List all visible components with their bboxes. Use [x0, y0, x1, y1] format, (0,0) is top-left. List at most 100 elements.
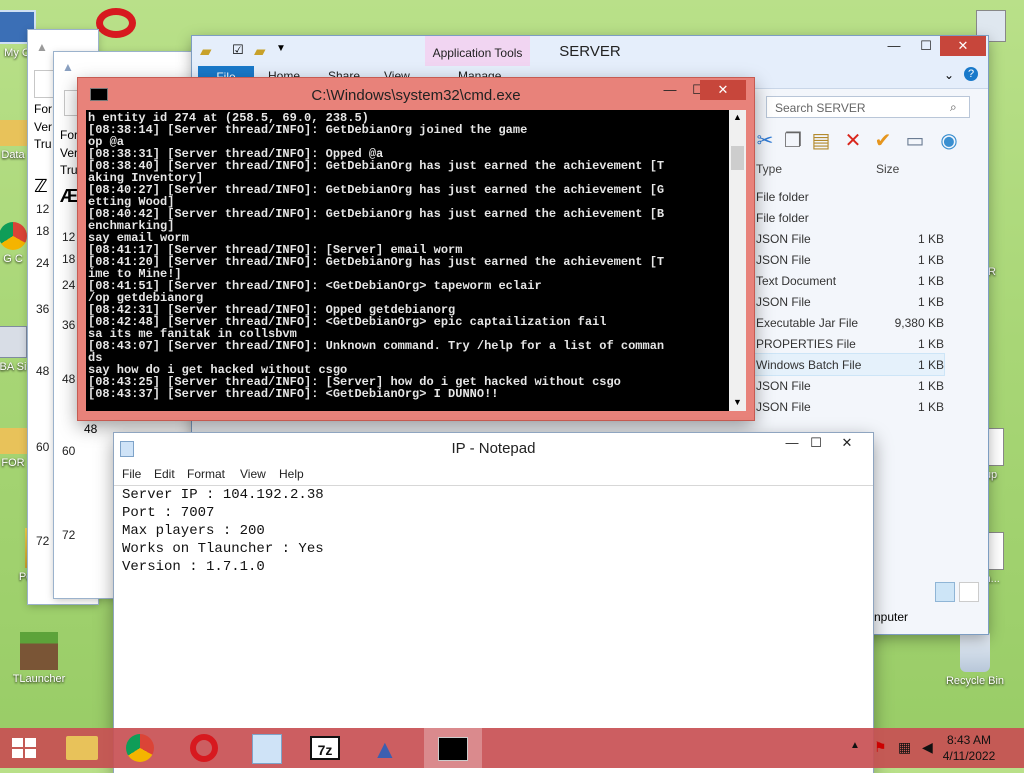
file-size: 1 KB [917, 400, 944, 414]
globe-icon[interactable]: ◉ [936, 128, 962, 154]
network-icon[interactable]: ▦ [898, 739, 911, 756]
opera-icon[interactable] [96, 8, 136, 38]
search-icon[interactable]: ⌕ [950, 100, 957, 115]
paste-icon[interactable]: ▤ [808, 128, 834, 154]
file-type: File folder [756, 190, 809, 204]
search-input[interactable]: Search SERVER [766, 96, 970, 118]
folder-icon [0, 428, 28, 454]
console-output[interactable]: h entity id 274 at (258.5, 69.0, 238.5) … [86, 110, 729, 411]
clock-date: 4/11/2022 [942, 749, 996, 763]
file-row[interactable]: JSON File 1 KB [752, 375, 944, 396]
delete-icon[interactable]: ✕ [840, 128, 866, 154]
size-number: 48 [84, 422, 98, 436]
scrollbar-thumb[interactable] [731, 146, 744, 170]
taskbar-chrome[interactable] [112, 728, 168, 768]
desktop-icon-label: R [988, 266, 996, 278]
size-number: 60 [36, 440, 50, 454]
maximize-button[interactable]: ☐ [912, 36, 940, 56]
app-icon: ▲ [36, 40, 48, 54]
file-size: 1 KB [917, 358, 944, 372]
desktop-icon-tlauncher[interactable]: TLauncher [4, 632, 74, 685]
taskbar-cmd[interactable] [424, 728, 482, 768]
taskbar-explorer[interactable] [56, 728, 112, 768]
file-row-selected[interactable]: Windows Batch File 1 KB [751, 353, 945, 376]
text-line: Version : 1.7.1.0 [122, 559, 265, 575]
start-button[interactable] [0, 728, 56, 768]
column-size[interactable]: Size [876, 162, 899, 176]
chrome-icon [0, 222, 27, 250]
checkmark-icon[interactable]: ✔ [870, 128, 896, 154]
menu-view[interactable]: View [240, 467, 266, 481]
desktop-icon-label: FOR [1, 457, 25, 469]
file-row[interactable]: JSON File 1 KB [752, 291, 944, 312]
file-row[interactable]: JSON File 1 KB [752, 228, 944, 249]
file-type: Executable Jar File [756, 316, 859, 330]
app-icon: ▲ [62, 60, 74, 74]
file-type: Windows Batch File [756, 358, 862, 372]
cut-icon[interactable]: ✂ [752, 128, 778, 154]
close-button[interactable]: ✕ [700, 80, 746, 100]
text-line: Max players : 200 [122, 523, 265, 539]
notepad-window[interactable]: IP - Notepad — ☐ ✕ File Edit Format View… [114, 433, 873, 773]
file-size: 1 KB [917, 232, 944, 246]
copy-icon[interactable]: ❐ [780, 128, 806, 154]
file-row[interactable]: File folder [752, 207, 944, 228]
volume-icon[interactable]: ◀ [922, 739, 933, 756]
taskbar-fonts[interactable]: ▲ [358, 728, 414, 768]
minimize-button[interactable]: — [880, 36, 908, 56]
close-button[interactable]: ✕ [940, 36, 986, 56]
console-scrollbar[interactable]: ▲ ▼ [729, 110, 746, 411]
file-type: File folder [756, 211, 809, 225]
size-number: 24 [62, 278, 76, 292]
explorer-titlebar[interactable]: ▰ ☑ ▰ ▼ Application Tools SERVER — ☐ ✕ [192, 36, 988, 66]
file-row[interactable]: JSON File 1 KB [752, 249, 944, 270]
notepad-icon [252, 734, 282, 764]
menu-file[interactable]: File [122, 467, 141, 481]
minecraft-block-icon [20, 632, 58, 670]
file-size: 1 KB [917, 295, 944, 309]
file-row[interactable]: Executable Jar File 9,380 KB [752, 312, 944, 333]
cmd-window[interactable]: C:\Windows\system32\cmd.exe — ☐ ✕ h enti… [78, 78, 754, 420]
scroll-up-icon[interactable]: ▲ [733, 112, 742, 122]
file-row[interactable]: Text Document 1 KB [752, 270, 944, 291]
scroll-down-icon[interactable]: ▼ [733, 397, 742, 407]
large-icons-view-button[interactable] [959, 582, 979, 602]
desktop-icon-label: Recycle Bin [945, 675, 1005, 687]
minimize-button[interactable]: — [656, 80, 684, 100]
action-center-icon[interactable]: ⚑ [874, 739, 887, 756]
size-number: 18 [62, 252, 76, 266]
batch-icon [0, 326, 27, 358]
file-type: Text Document [756, 274, 837, 288]
font-tool-icon: ▲ [372, 734, 398, 764]
file-row[interactable]: JSON File 1 KB [752, 396, 944, 417]
font-preview-icon: ℤ [34, 176, 48, 196]
menu-help[interactable]: Help [279, 467, 304, 481]
cmd-titlebar[interactable]: C:\Windows\system32\cmd.exe — ☐ ✕ [78, 78, 754, 108]
help-icon[interactable]: ? [964, 67, 978, 81]
taskbar-notepad[interactable] [238, 728, 294, 768]
file-size: 1 KB [917, 379, 944, 393]
text-line: Server IP : 104.192.2.38 [122, 487, 324, 503]
menu-bar: File Edit Format View Help [114, 463, 873, 483]
nav-pane-item[interactable]: nputer [874, 610, 908, 624]
size-number: 24 [36, 256, 50, 270]
desktop-icon-recycle-bin[interactable]: Recycle Bin [940, 632, 1010, 687]
system-clock[interactable]: 8:43 AM 4/11/2022 [934, 732, 1004, 764]
column-type[interactable]: Type [756, 162, 782, 176]
details-view-button[interactable] [935, 582, 955, 602]
notepad-titlebar[interactable]: IP - Notepad — ☐ ✕ [114, 433, 873, 463]
sidebar-input[interactable] [34, 70, 54, 98]
taskbar-7zip[interactable]: 7z [298, 728, 354, 768]
tray-overflow-icon[interactable]: ▲ [850, 740, 860, 751]
menu-format[interactable]: Format [187, 467, 225, 481]
file-row[interactable]: File folder [752, 186, 944, 207]
rename-icon[interactable]: ▭ [902, 128, 928, 154]
file-row[interactable]: PROPERTIES File 1 KB [752, 333, 944, 354]
ribbon-toolbar: ✂ ❐ ▤ ✕ ✔ ▭ ◉ [752, 128, 988, 158]
ribbon-collapse-icon[interactable]: ⌄ [944, 68, 954, 82]
close-button[interactable]: ✕ [824, 433, 870, 453]
console-text: h entity id 274 at (258.5, 69.0, 238.5) … [88, 111, 665, 401]
menu-edit[interactable]: Edit [154, 467, 175, 481]
folder-icon [0, 120, 28, 146]
taskbar-opera[interactable] [176, 728, 232, 768]
